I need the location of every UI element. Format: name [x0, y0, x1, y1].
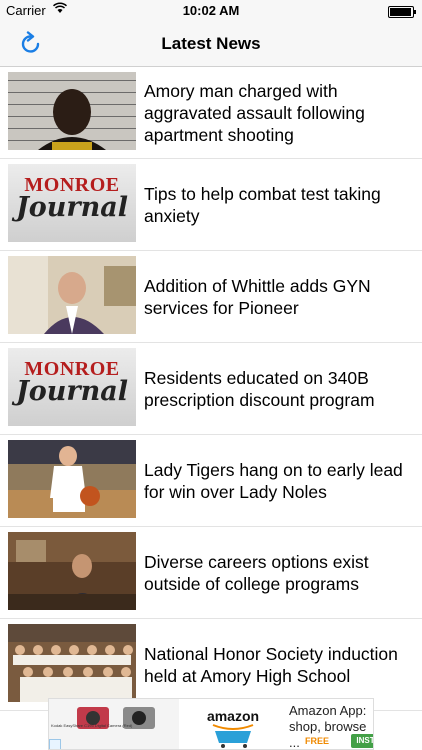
journal-logo-bottom: Journal	[15, 376, 129, 407]
battery-icon	[388, 6, 416, 18]
monroe-journal-logo: MONROE Journal	[8, 164, 136, 242]
ad-price: FREE	[305, 736, 330, 746]
group-photo-thumbnail	[8, 624, 136, 702]
news-list: Amory man charged with aggravated assaul…	[0, 67, 422, 711]
install-button[interactable]: INSTALL	[351, 734, 373, 748]
news-item[interactable]: Amory man charged with aggravated assaul…	[0, 67, 422, 159]
news-headline: Lady Tigers hang on to early lead for wi…	[144, 459, 403, 502]
ad-banner[interactable]: Kodak EasyShare C195 Digital Camera (Red…	[48, 698, 374, 750]
doctor-portrait-thumbnail	[8, 256, 136, 334]
amazon-logo-text: amazon	[207, 708, 259, 724]
news-item[interactable]: MONROE Journal Residents educated on 340…	[0, 343, 422, 435]
news-headline: Diverse careers options exist outside of…	[144, 551, 369, 594]
news-headline: Amory man charged with aggravated assaul…	[144, 80, 365, 145]
page-title: Latest News	[161, 34, 261, 53]
mugshot-thumbnail	[8, 72, 136, 150]
ad-product-text: Kodak EasyShare C195 Digital Camera (Red…	[51, 723, 133, 728]
basketball-player-thumbnail	[8, 440, 136, 518]
news-item[interactable]: Diverse careers options exist outside of…	[0, 527, 422, 619]
adchoices-icon[interactable]	[49, 739, 61, 749]
status-time: 10:02 AM	[182, 3, 240, 18]
ad-product-image: Kodak EasyShare C195 Digital Camera (Red…	[49, 699, 179, 749]
news-item[interactable]: MONROE Journal Tips to help combat test …	[0, 159, 422, 251]
status-bar: Carrier 10:02 AM	[0, 0, 422, 22]
classroom-thumbnail	[8, 532, 136, 610]
news-headline: Residents educated on 340B prescription …	[144, 367, 375, 410]
news-item[interactable]: Addition of Whittle adds GYN services fo…	[0, 251, 422, 343]
nav-bar: Latest News	[0, 22, 422, 67]
amazon-logo: amazon	[183, 703, 283, 749]
news-headline: Tips to help combat test taking anxiety	[144, 183, 381, 226]
news-headline: Addition of Whittle adds GYN services fo…	[144, 275, 371, 318]
news-item[interactable]: Lady Tigers hang on to early lead for wi…	[0, 435, 422, 527]
news-headline: National Honor Society induction held at…	[144, 643, 398, 686]
journal-logo-bottom: Journal	[15, 192, 129, 223]
monroe-journal-logo: MONROE Journal	[8, 348, 136, 426]
